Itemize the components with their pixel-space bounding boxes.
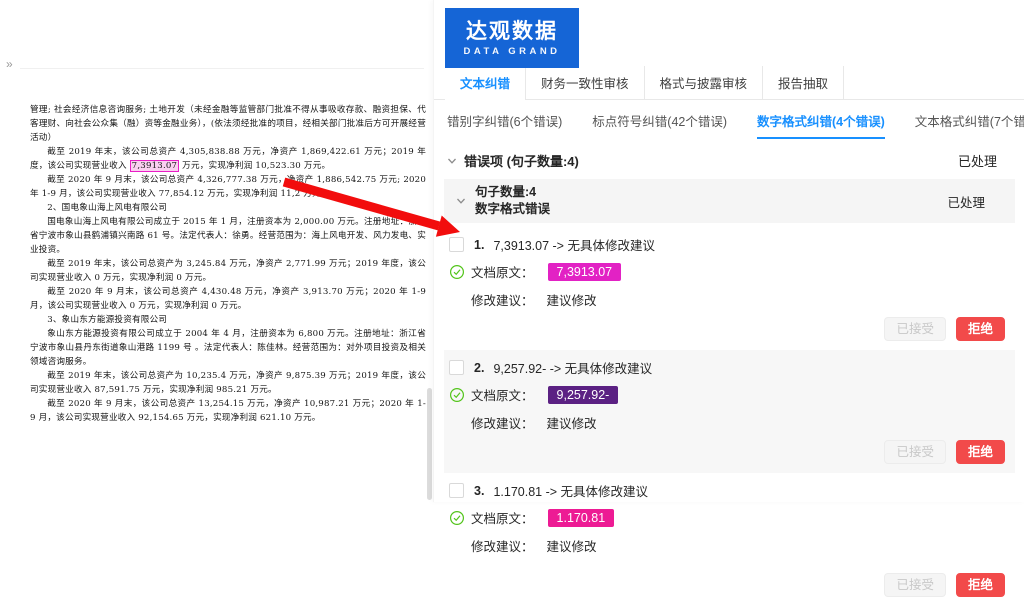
group-error-type: 数字格式错误 xyxy=(475,201,550,218)
check-circle-icon xyxy=(449,387,465,403)
error-section-status: 已处理 xyxy=(958,151,997,170)
doc-paragraph: 截至 2020 年 9 月末，该公司总资产 4,326,777.38 万元，净资… xyxy=(30,173,426,201)
subtab-number-format[interactable]: 数字格式纠错(4个错误) xyxy=(757,111,885,139)
doc-paragraph: 管理; 社会经济信息咨询服务; 土地开发（未经金融等监管部门批准不得从事吸收存款… xyxy=(30,103,426,145)
original-text-label: 文档原文： xyxy=(471,262,534,281)
subtab-typo[interactable]: 错别字纠错(6个错误) xyxy=(447,111,562,139)
suggestion-label: 修改建议： xyxy=(471,290,534,309)
collapse-panel-icon[interactable]: » xyxy=(6,58,13,70)
error-title: 1.170.81 -> 无具体修改建议 xyxy=(493,481,648,500)
subtab-punctuation[interactable]: 标点符号纠错(42个错误) xyxy=(592,111,727,139)
accepted-button[interactable]: 已接受 xyxy=(884,317,946,341)
tab-financial-consistency[interactable]: 财务一致性审核 xyxy=(526,66,645,99)
error-list: 1. 7,3913.07 -> 无具体修改建议 文档原文： 7,3913.07 … xyxy=(444,227,1015,606)
doc-paragraph: 国电象山海上风电有限公司成立于 2015 年 1 月，注册资本为 2,000.0… xyxy=(30,215,426,257)
original-text-label: 文档原文： xyxy=(471,508,534,527)
chevron-down-icon[interactable] xyxy=(447,156,457,166)
error-checkbox[interactable] xyxy=(449,483,464,498)
suggestion-text: 建议修改 xyxy=(547,413,597,432)
doc-heading: 3、象山东方能源投资有限公司 xyxy=(30,313,426,327)
doc-paragraph: 截至 2020 年 9 月末，该公司总资产 4,430.48 万元，净资产 3,… xyxy=(30,285,426,313)
error-index: 2. xyxy=(474,361,484,375)
check-circle-icon xyxy=(449,264,465,280)
reject-button[interactable]: 拒绝 xyxy=(956,573,1005,597)
original-text-chip[interactable]: 1.170.81 xyxy=(548,509,615,527)
doc-paragraph: 象山东方能源投资有限公司成立于 2004 年 4 月，注册资本为 6,800 万… xyxy=(30,327,426,369)
doc-heading: 2、国电象山海上风电有限公司 xyxy=(30,201,426,215)
error-checkbox[interactable] xyxy=(449,360,464,375)
tab-format-disclosure[interactable]: 格式与披露审核 xyxy=(645,66,764,99)
group-sentence-count: 句子数量:4 xyxy=(475,184,550,201)
main-tabs: 文本纠错 财务一致性审核 格式与披露审核 报告抽取 xyxy=(434,66,1024,100)
error-title: 9,257.92- -> 无具体修改建议 xyxy=(493,358,652,377)
error-group-header: 句子数量:4 数字格式错误 已处理 xyxy=(444,179,1015,223)
chevron-down-icon[interactable] xyxy=(456,196,466,206)
reject-button[interactable]: 拒绝 xyxy=(956,440,1005,464)
reject-button[interactable]: 拒绝 xyxy=(956,317,1005,341)
suggestion-text: 建议修改 xyxy=(547,536,597,555)
accepted-button[interactable]: 已接受 xyxy=(884,440,946,464)
sub-tabs: 错别字纠错(6个错误) 标点符号纠错(42个错误) 数字格式纠错(4个错误) 文… xyxy=(447,111,1024,139)
error-section-header: 错误项 (句子数量:4) 已处理 xyxy=(447,151,997,170)
document-page: 管理; 社会经济信息咨询服务; 土地开发（未经金融等监管部门批准不得从事吸收存款… xyxy=(30,103,426,502)
error-title: 7,3913.07 -> 无具体修改建议 xyxy=(493,235,655,254)
suggestion-label: 修改建议： xyxy=(471,536,534,555)
error-index: 1. xyxy=(474,238,484,252)
original-text-chip[interactable]: 9,257.92- xyxy=(548,386,619,404)
logo-chinese-text: 达观数据 xyxy=(466,20,558,43)
doc-paragraph: 截至 2020 年 9 月末，该公司总资产 13,254.15 万元，净资产 1… xyxy=(30,397,426,425)
document-scrollbar[interactable] xyxy=(427,388,432,500)
logo-english-text: DATA GRAND xyxy=(463,46,560,57)
error-item: 2. 9,257.92- -> 无具体修改建议 文档原文： 9,257.92- … xyxy=(444,350,1015,473)
datagrand-logo: 达观数据 DATA GRAND xyxy=(445,8,579,68)
doc-text: 万元，实现净利润 10,523.30 万元。 xyxy=(179,161,330,171)
original-text-label: 文档原文： xyxy=(471,385,534,404)
error-checkbox[interactable] xyxy=(449,237,464,252)
doc-highlight[interactable]: 7,3913.07 xyxy=(130,160,180,172)
error-section-title: 错误项 (句子数量:4) xyxy=(464,151,579,170)
error-index: 3. xyxy=(474,484,484,498)
error-item: 3. 1.170.81 -> 无具体修改建议 文档原文： 1.170.81 修改… xyxy=(444,473,1015,606)
suggestion-label: 修改建议： xyxy=(471,413,534,432)
error-group-status: 已处理 xyxy=(947,192,985,211)
accepted-button[interactable]: 已接受 xyxy=(884,573,946,597)
suggestion-text: 建议修改 xyxy=(547,290,597,309)
tab-text-correction[interactable]: 文本纠错 xyxy=(445,66,526,99)
error-item: 1. 7,3913.07 -> 无具体修改建议 文档原文： 7,3913.07 … xyxy=(444,227,1015,350)
review-panel: 文本纠错 财务一致性审核 格式与披露审核 报告抽取 错别字纠错(6个错误) 标点… xyxy=(433,0,1024,502)
document-panel: » 管理; 社会经济信息咨询服务; 土地开发（未经金融等监管部门批准不得从事吸收… xyxy=(0,0,433,502)
error-group-label: 句子数量:4 数字格式错误 xyxy=(475,184,550,218)
subtab-text-format[interactable]: 文本格式纠错(7个错误) xyxy=(915,111,1024,139)
original-text-chip[interactable]: 7,3913.07 xyxy=(548,263,622,281)
check-circle-icon xyxy=(449,510,465,526)
panel-divider xyxy=(20,68,424,69)
doc-paragraph: 截至 2019 年末，该公司总资产为 3,245.84 万元，净资产 2,771… xyxy=(30,257,426,285)
tab-report-extraction[interactable]: 报告抽取 xyxy=(763,66,844,99)
doc-paragraph: 截至 2019 年末，该公司总资产 4,305,838.88 万元，净资产 1,… xyxy=(30,145,426,173)
doc-paragraph: 截至 2019 年末，该公司总资产为 10,235.4 万元，净资产 9,875… xyxy=(30,369,426,397)
